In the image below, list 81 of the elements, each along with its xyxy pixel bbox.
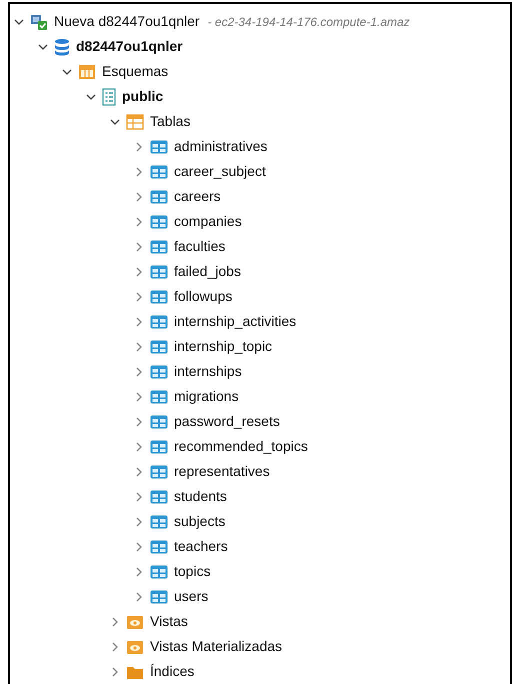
tree-item-label[interactable]: Tablas xyxy=(150,111,190,132)
expand-chevron-icon[interactable] xyxy=(134,192,144,202)
expand-chevron-icon[interactable] xyxy=(134,516,144,526)
tree-item-label[interactable]: representatives xyxy=(174,461,270,482)
expand-chevron-icon[interactable] xyxy=(110,616,120,626)
tree-item-label[interactable]: students xyxy=(174,486,227,507)
table-icon xyxy=(150,540,168,554)
tree-item-label[interactable]: subjects xyxy=(174,511,226,532)
tree-item-label[interactable]: internship_topic xyxy=(174,336,272,357)
tree-item-label[interactable]: careers xyxy=(174,186,221,207)
expand-chevron-icon[interactable] xyxy=(134,316,144,326)
tree-item-label[interactable]: failed_jobs xyxy=(174,261,241,282)
tree-item-label[interactable]: topics xyxy=(174,561,211,582)
tree-item-label[interactable]: administratives xyxy=(174,136,268,157)
table-icon xyxy=(150,264,168,278)
expand-chevron-icon[interactable] xyxy=(134,266,144,276)
tree-item-label[interactable]: teachers xyxy=(174,536,228,557)
table-icon xyxy=(150,440,168,454)
tree-item-label[interactable]: companies xyxy=(174,211,242,232)
expand-chevron-icon[interactable] xyxy=(134,466,144,476)
tree-item-label[interactable]: Esquemas xyxy=(102,61,168,82)
table-icon xyxy=(150,190,168,204)
table-icon xyxy=(150,290,168,304)
tree-item-label[interactable]: internship_activities xyxy=(174,311,296,332)
table-icon xyxy=(150,240,168,254)
tree-item-label[interactable]: followups xyxy=(174,286,232,307)
table-icon xyxy=(150,164,168,178)
tree-item-label[interactable]: internships xyxy=(174,361,242,382)
expand-chevron-icon[interactable] xyxy=(134,242,144,252)
expand-chevron-icon[interactable] xyxy=(110,666,120,676)
table-icon xyxy=(150,314,168,328)
tree-item-label[interactable]: recommended_topics xyxy=(174,436,308,457)
tree-item-label[interactable]: faculties xyxy=(174,236,226,257)
tree-item-label[interactable]: migrations xyxy=(174,386,239,407)
expand-chevron-icon[interactable] xyxy=(134,416,144,426)
expand-chevron-icon[interactable] xyxy=(110,642,120,652)
collapse-chevron-icon[interactable] xyxy=(14,16,24,26)
table-icon xyxy=(150,414,168,428)
table-icon xyxy=(150,490,168,504)
expand-chevron-icon[interactable] xyxy=(134,366,144,376)
tree-item-label[interactable]: users xyxy=(174,586,208,607)
collapse-chevron-icon[interactable] xyxy=(86,92,96,102)
tree-item-label[interactable]: public xyxy=(122,86,164,107)
expand-chevron-icon[interactable] xyxy=(134,292,144,302)
table-icon xyxy=(150,140,168,154)
collapse-chevron-icon[interactable] xyxy=(38,42,48,52)
table-icon xyxy=(150,390,168,404)
tree-item-label[interactable]: Índices xyxy=(150,661,194,682)
expand-chevron-icon[interactable] xyxy=(134,392,144,402)
table-icon xyxy=(150,514,168,528)
table-icon xyxy=(150,340,168,354)
schemas-folder-icon xyxy=(78,64,96,80)
table-icon xyxy=(150,564,168,578)
expand-chevron-icon[interactable] xyxy=(134,492,144,502)
tree-item-label[interactable]: password_resets xyxy=(174,411,280,432)
server-icon xyxy=(30,12,48,30)
eye-folder-icon xyxy=(126,614,144,630)
tree-item-label[interactable]: d82447ou1qnler xyxy=(76,36,183,57)
table-icon xyxy=(150,464,168,478)
tree-item-label[interactable]: career_subject xyxy=(174,161,266,182)
expand-chevron-icon[interactable] xyxy=(134,142,144,152)
database-icon xyxy=(54,38,70,56)
tree-item-label[interactable]: Vistas xyxy=(150,611,188,632)
table-icon xyxy=(150,214,168,228)
tree-item-label[interactable]: Vistas Materializadas xyxy=(150,636,282,657)
expand-chevron-icon[interactable] xyxy=(134,592,144,602)
tables-folder-icon xyxy=(126,114,144,130)
expand-chevron-icon[interactable] xyxy=(134,166,144,176)
schema-icon xyxy=(102,88,116,106)
collapse-chevron-icon[interactable] xyxy=(62,66,72,76)
tree-item-label[interactable]: Nueva d82447ou1qnler xyxy=(54,11,200,32)
expand-chevron-icon[interactable] xyxy=(134,342,144,352)
expand-chevron-icon[interactable] xyxy=(134,566,144,576)
collapse-chevron-icon[interactable] xyxy=(110,116,120,126)
table-icon xyxy=(150,364,168,378)
expand-chevron-icon[interactable] xyxy=(134,216,144,226)
expand-chevron-icon[interactable] xyxy=(134,542,144,552)
connection-host: - ec2-34-194-14-176.compute-1.amaz xyxy=(208,14,410,30)
expand-chevron-icon[interactable] xyxy=(134,442,144,452)
table-icon xyxy=(150,590,168,604)
eye-folder-icon xyxy=(126,638,144,654)
